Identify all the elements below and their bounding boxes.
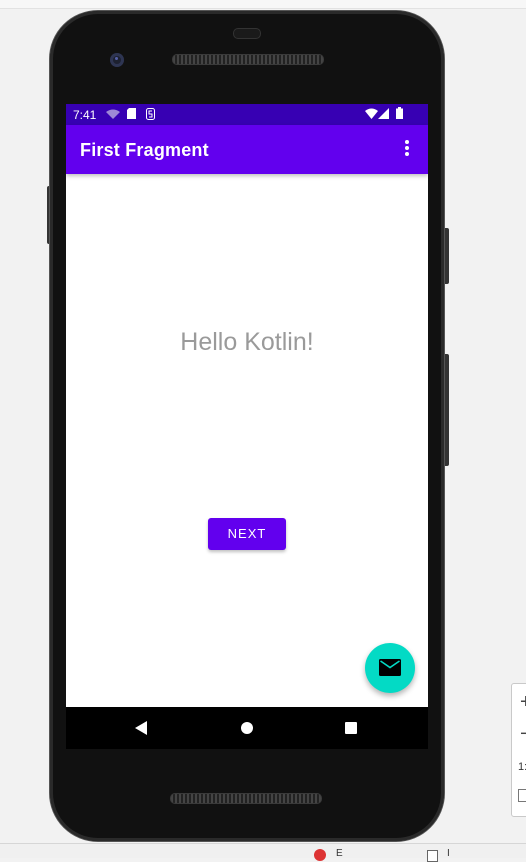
power-button[interactable] [444, 228, 449, 284]
status-time: 7:41 [73, 108, 97, 122]
layout-label[interactable]: I [447, 848, 450, 859]
device-sensor [233, 28, 261, 39]
wifi-icon [365, 108, 378, 119]
notification-s-icon [146, 108, 155, 120]
ide-top-strip [0, 0, 526, 9]
home-icon[interactable] [241, 722, 253, 734]
app-bar: First Fragment [66, 125, 428, 174]
battery-icon [396, 107, 403, 119]
wifi-question-icon [106, 109, 120, 119]
bottom-speaker [170, 793, 322, 804]
email-icon [379, 659, 401, 676]
fit-screen-icon[interactable] [518, 789, 526, 802]
zoom-ratio: 1: [518, 761, 526, 773]
overflow-menu-icon[interactable] [400, 140, 414, 160]
back-icon[interactable] [135, 721, 147, 735]
front-camera-icon [110, 53, 124, 67]
navigation-bar [66, 707, 428, 749]
device-screen: 7:41 First Fragment Hello Kotlin! NEXT [66, 104, 428, 707]
layout-icon[interactable] [427, 850, 438, 862]
email-fab[interactable] [365, 643, 415, 693]
zoom-out-button[interactable]: − [520, 724, 526, 744]
earpiece-speaker [172, 54, 324, 65]
error-icon[interactable] [314, 849, 326, 861]
app-title: First Fragment [80, 140, 209, 160]
status-bar: 7:41 [66, 104, 428, 125]
volume-button[interactable] [444, 354, 449, 466]
zoom-panel: + − 1: [511, 683, 526, 817]
zoom-in-button[interactable]: + [520, 692, 526, 712]
sd-card-icon [127, 108, 136, 119]
recents-icon[interactable] [345, 722, 357, 734]
error-label[interactable]: E [336, 848, 343, 859]
next-button[interactable]: NEXT [208, 518, 286, 550]
signal-icon [378, 108, 389, 119]
hello-text: Hello Kotlin! [180, 328, 314, 356]
